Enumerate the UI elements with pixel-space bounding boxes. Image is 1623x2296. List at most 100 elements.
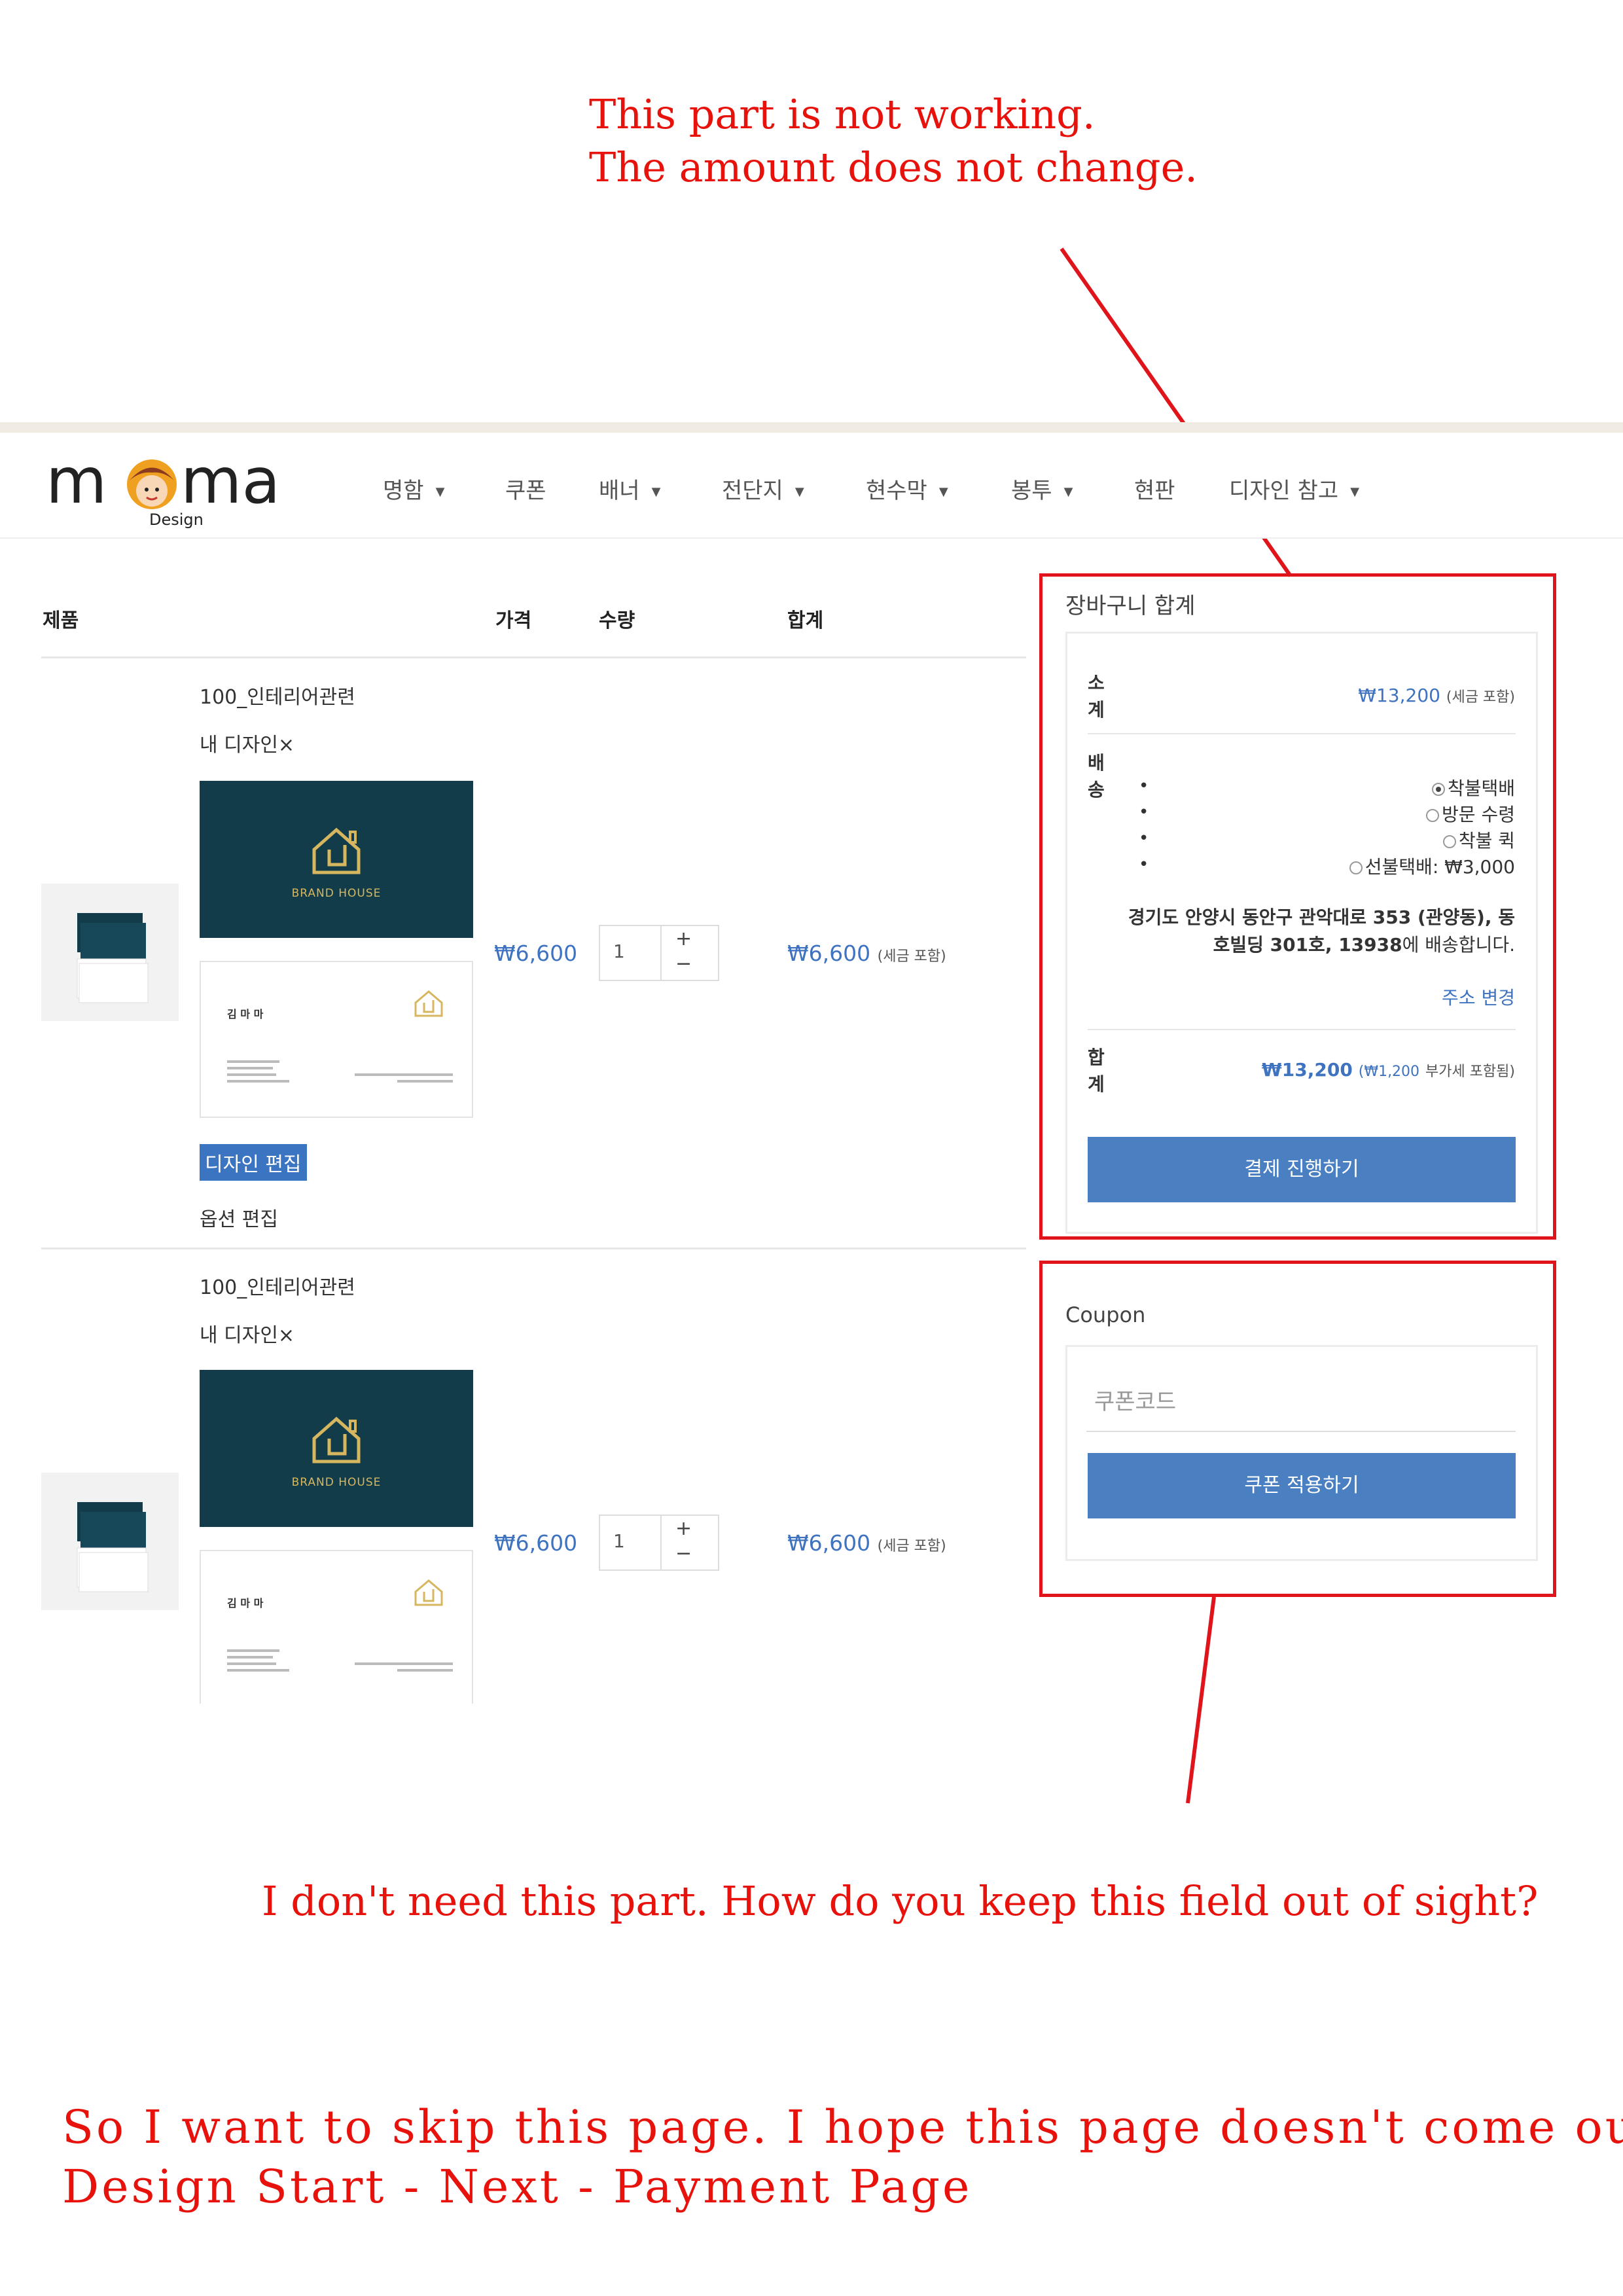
shipping-address-line1: 경기도 안양시 동안구 관악대로 353 (관양동), 동 [1128,906,1515,928]
subtotal-amount: ₩13,200 (세금 포함) [1358,685,1515,706]
caret-down-icon: ▼ [938,485,948,499]
subtotal-value: ₩13,200 [1358,685,1440,706]
bullet: • [1139,855,1149,874]
nav-item-envelope[interactable]: 봉투 ▼ [1011,473,1073,505]
card-brand: BRAND HOUSE [291,887,382,900]
tax-note: (세금 포함) [877,948,946,965]
caret-down-icon: ▼ [1063,485,1073,499]
shipping-label: 배 송 [1088,752,1105,800]
divider [1088,1029,1516,1030]
house-logo-icon [227,1579,453,1672]
site-logo[interactable]: m ma Design [46,444,308,530]
nav-label: 디자인 참고 [1229,478,1339,504]
nav-item-flyer[interactable]: 전단지 ▼ [722,473,804,505]
annotation-coupon: I don't need this part. How do you keep … [262,1877,1539,1925]
product-design-label[interactable]: 내 디자인× [200,728,294,757]
svg-text:m: m [46,452,107,518]
item-price: ₩6,600 [494,1530,578,1556]
bullet: • [1139,776,1149,796]
card-back-preview: 김 마 마 [200,961,473,1118]
table-divider [41,656,1026,658]
card-stack-image [77,913,149,1003]
nav-label: 전단지 [722,478,783,504]
nav-item-coupon[interactable]: 쿠폰 [505,473,546,505]
logo-mark: m ma Design [46,444,280,529]
shipping-address-suffix: 에 배송합니다. [1402,934,1515,956]
stepper-divider [660,1516,662,1570]
decrement-button[interactable]: − [675,1542,692,1565]
coupon-code-input[interactable] [1086,1373,1516,1432]
nav-label: 쿠폰 [505,478,546,504]
nav-item-banner[interactable]: 배너 ▼ [599,473,660,505]
shipping-option-4[interactable]: 선불택배: ₩3,000 [1349,853,1515,879]
apply-coupon-button[interactable]: 쿠폰 적용하기 [1088,1453,1516,1518]
nav-item-design-reference[interactable]: 디자인 참고 ▼ [1229,473,1359,505]
radio-icon[interactable] [1442,835,1456,848]
row-divider [41,1247,1026,1249]
quantity-value[interactable]: 1 [613,941,625,962]
radio-icon[interactable] [1426,809,1440,822]
tax-note: (세금 포함) [877,1538,946,1554]
product-category: 100_인테리어관련 [200,686,355,709]
radio-selected-icon[interactable] [1431,783,1445,796]
shipping-option-1[interactable]: 착불택배 [1431,774,1515,800]
total-value: ₩13,200 [1261,1059,1353,1081]
caret-down-icon: ▼ [1350,485,1360,499]
shipping-option-2[interactable]: 방문 수령 [1426,800,1515,827]
total-label: 합 계 [1088,1047,1105,1095]
card-front-preview: BRAND HOUSE [200,1370,473,1527]
shipping-option-3[interactable]: 착불 퀵 [1442,827,1515,853]
header-product: 제품 [43,609,79,632]
checkout-button[interactable]: 결제 진행하기 [1088,1137,1516,1202]
nav-label: 배너 [599,478,640,504]
shipping-address-text: 호빌딩 301호, 13938 [1213,934,1402,956]
bullet: • [1139,829,1149,848]
cart-totals-title: 장바구니 합계 [1065,593,1196,619]
item-total: ₩6,600 (세금 포함) [787,941,946,966]
item-total-value: ₩6,600 [787,1530,871,1556]
increment-button[interactable]: + [675,927,692,950]
nav-label: 명함 [383,478,424,504]
increment-button[interactable]: + [675,1517,692,1540]
annotation-bottom-line1: So I want to skip this page. I hope this… [62,2100,1623,2154]
edit-options-link[interactable]: 옵션 편집 [200,1203,278,1232]
annotation-bottom-line2: Design Start - Next - Payment Page [62,2160,972,2214]
item-total: ₩6,600 (세금 포함) [787,1530,946,1556]
quantity-value[interactable]: 1 [613,1530,625,1552]
total-amount: ₩13,200 (₩1,200 부가세 포함됨) [1262,1059,1515,1081]
nav-item-business-card[interactable]: 명함 ▼ [383,473,444,505]
subtotal-label: 소 계 [1088,672,1105,721]
house-logo-icon [227,990,453,1083]
top-strip [0,422,1623,433]
card-front-preview: BRAND HOUSE [200,781,473,938]
quantity-stepper[interactable]: 1 + − [599,1515,719,1571]
vat-value: (₩1,200 [1358,1064,1420,1080]
annotation-bottom: So I want to skip this page. I hope this… [62,2098,1623,2217]
nav-item-placard[interactable]: 현수막 ▼ [866,473,948,505]
card-back-preview: 김 마 마 [200,1550,473,1704]
nav-item-signboard[interactable]: 현판 [1134,473,1175,505]
quantity-stepper[interactable]: 1 + − [599,925,719,981]
caret-down-icon: ▼ [651,485,661,499]
card-stack-image [77,1502,149,1592]
vat-note: 부가세 포함됨) [1425,1064,1515,1080]
change-address-link[interactable]: 주소 변경 [1442,984,1515,1010]
shipping-option-label: 선불택배: ₩3,000 [1364,856,1515,878]
product-design-label[interactable]: 내 디자인× [200,1319,294,1348]
caret-down-icon: ▼ [794,485,804,499]
product-thumbnail[interactable] [41,884,179,1021]
header-quantity: 수량 [599,609,635,632]
header-price: 가격 [495,609,532,632]
nav-label: 봉투 [1011,478,1052,504]
card-brand: BRAND HOUSE [291,1476,382,1489]
divider [1088,733,1516,734]
radio-icon[interactable] [1349,861,1363,874]
shipping-option-label: 착불택배 [1447,778,1515,799]
product-thumbnail[interactable] [41,1473,179,1610]
edit-design-button[interactable]: 디자인 편집 [200,1144,307,1181]
decrement-button[interactable]: − [675,952,692,975]
house-logo-icon [312,827,361,874]
header-total: 합계 [787,609,824,632]
item-price: ₩6,600 [494,941,578,966]
svg-text:ma: ma [181,452,280,518]
